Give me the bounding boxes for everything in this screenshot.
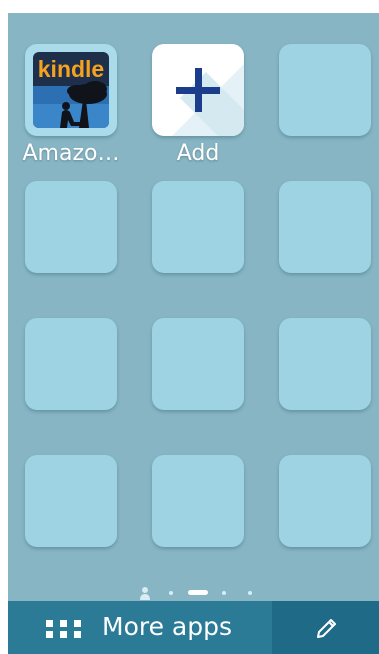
- empty-tile[interactable]: [152, 318, 244, 410]
- app-add[interactable]: Add: [152, 44, 244, 166]
- empty-tile[interactable]: [25, 318, 117, 410]
- more-apps-button[interactable]: More apps: [8, 601, 272, 654]
- home-screen: kindle Amazo… Add More apps: [8, 13, 379, 654]
- empty-tile[interactable]: [279, 455, 371, 547]
- app-grid: kindle Amazo… Add: [8, 13, 379, 593]
- empty-slot[interactable]: [152, 181, 244, 273]
- page-indicator[interactable]: [8, 585, 379, 601]
- kindle-wordmark: kindle: [38, 56, 104, 82]
- app-kindle[interactable]: kindle Amazo…: [23, 44, 119, 166]
- app-label-add: Add: [176, 141, 220, 166]
- more-apps-label: More apps: [102, 612, 233, 641]
- page-dot-active[interactable]: [188, 590, 208, 595]
- app-label-kindle: Amazo…: [22, 141, 120, 166]
- empty-tile[interactable]: [152, 455, 244, 547]
- empty-slot[interactable]: [279, 318, 371, 410]
- plus-icon: [172, 64, 244, 136]
- page-dot[interactable]: [248, 591, 252, 595]
- kindle-icon: kindle: [33, 52, 109, 128]
- home-page-icon[interactable]: [139, 586, 151, 600]
- empty-slot[interactable]: [279, 181, 371, 273]
- empty-slot[interactable]: [152, 318, 244, 410]
- empty-tile[interactable]: [25, 181, 117, 273]
- empty-slot[interactable]: [25, 455, 117, 547]
- page-dot[interactable]: [169, 591, 173, 595]
- pencil-icon: [317, 619, 336, 638]
- empty-tile[interactable]: [152, 181, 244, 273]
- empty-slot[interactable]: [25, 318, 117, 410]
- empty-tile[interactable]: [25, 455, 117, 547]
- empty-slot[interactable]: [279, 44, 371, 136]
- bottom-bar: More apps: [8, 601, 379, 654]
- empty-tile[interactable]: [279, 318, 371, 410]
- grid-dots-icon: [46, 620, 82, 638]
- empty-slot[interactable]: [152, 455, 244, 547]
- page-dot[interactable]: [222, 591, 226, 595]
- empty-slot[interactable]: [279, 455, 371, 547]
- empty-slot[interactable]: [25, 181, 117, 273]
- app-tile-kindle[interactable]: kindle: [25, 44, 117, 136]
- empty-tile[interactable]: [279, 44, 371, 136]
- edit-button[interactable]: [272, 601, 379, 654]
- add-button[interactable]: [152, 44, 244, 136]
- empty-tile[interactable]: [279, 181, 371, 273]
